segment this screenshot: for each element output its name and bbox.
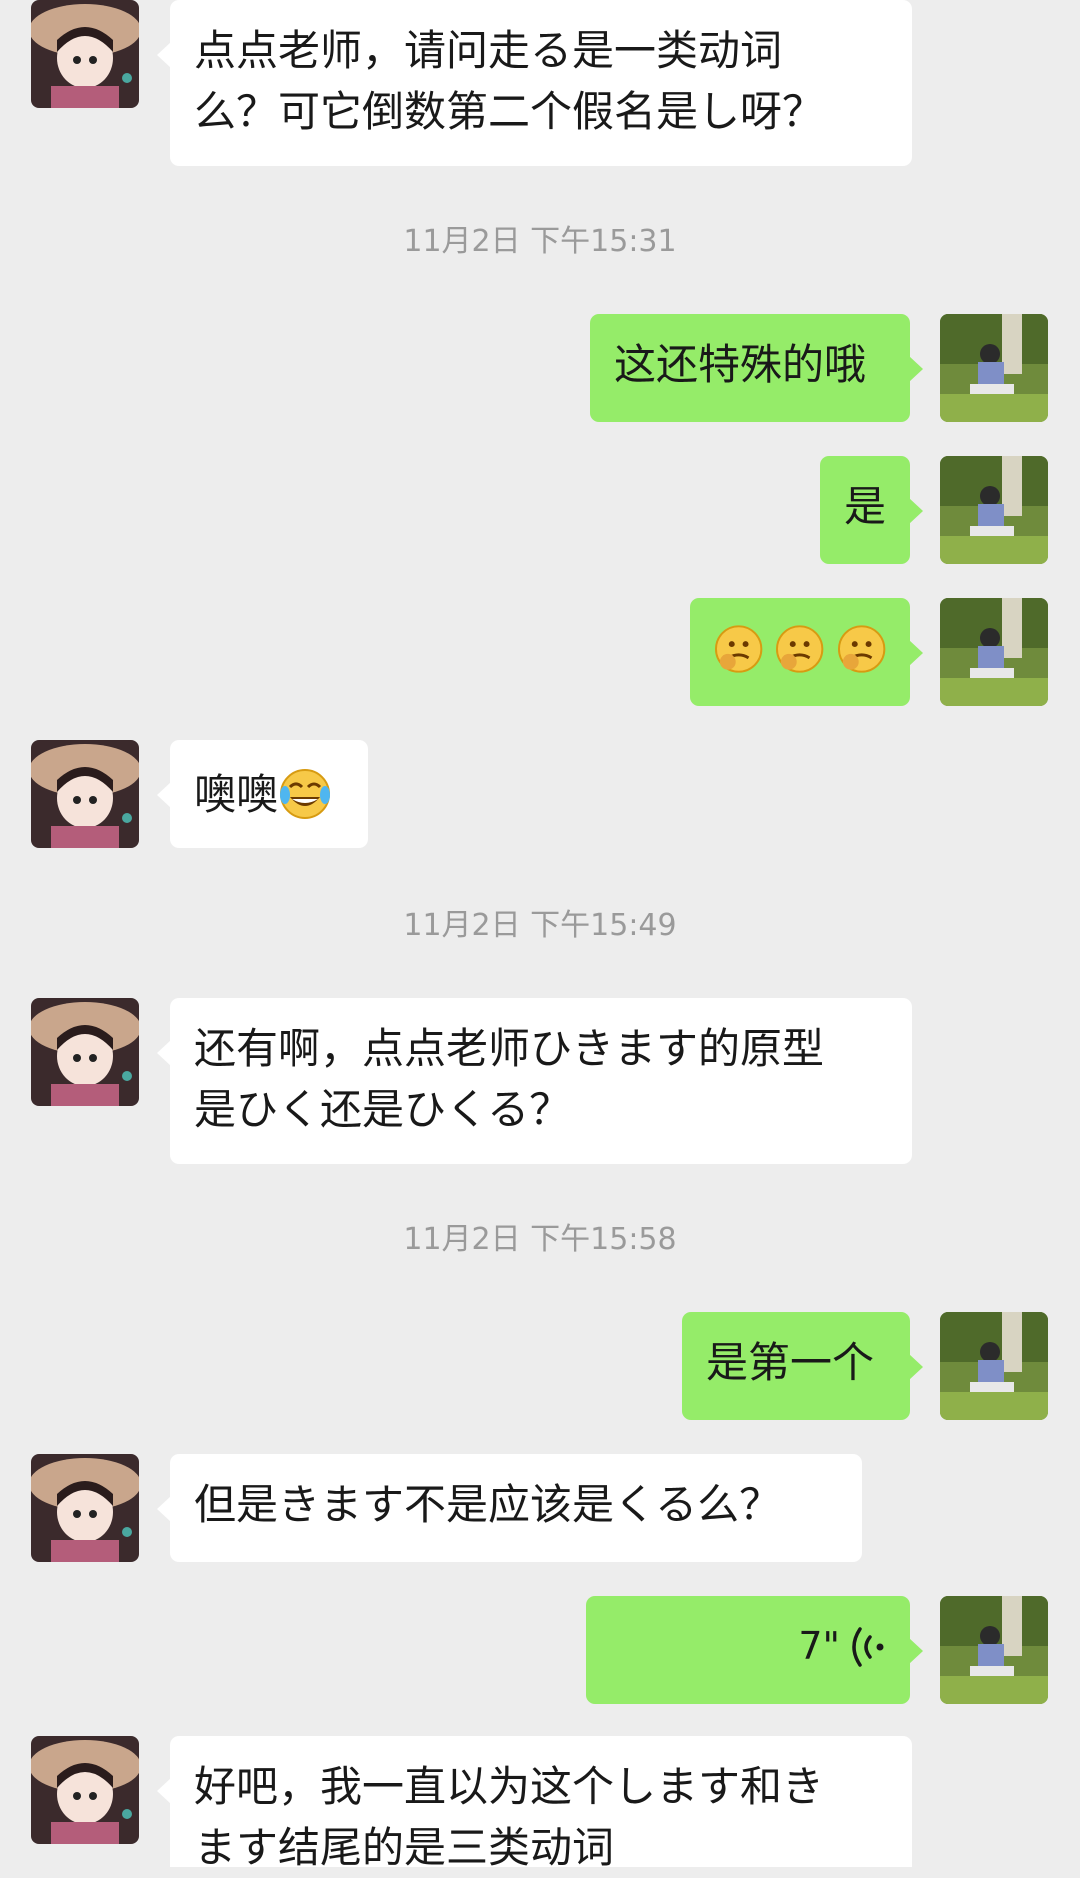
avatar-other[interactable] xyxy=(31,740,139,848)
timestamp: 11月2日 下午15:31 xyxy=(403,224,677,259)
avatar-other[interactable] xyxy=(31,998,139,1106)
message-text: 好吧，我一直以为这个します和き xyxy=(194,1762,825,1811)
message-text: 点点老师，请问走る是一类动词 xyxy=(194,26,783,75)
message-bubble-outgoing[interactable] xyxy=(690,598,923,706)
avatar-me[interactable] xyxy=(940,314,1048,422)
message-text: 么？可它倒数第二个假名是し呀？ xyxy=(194,87,825,136)
thinking-face-icon xyxy=(776,624,824,673)
avatar-me[interactable] xyxy=(940,1312,1048,1420)
message-bubble-incoming[interactable]: 噢噢 xyxy=(157,740,368,848)
thinking-face-icon xyxy=(837,624,885,673)
message-text: 但是きます不是应该是くる么？ xyxy=(194,1480,782,1529)
thinking-face-icon xyxy=(714,624,763,673)
message-bubble-outgoing[interactable]: 是第一个 xyxy=(682,1312,923,1420)
timestamp: 11月2日 下午15:49 xyxy=(403,908,677,943)
message-bubble-incoming[interactable]: 还有啊，点点老师ひきます的原型 是ひく还是ひくる？ xyxy=(157,998,912,1164)
chat-view[interactable]: 点点老师，请问走る是一类动词 么？可它倒数第二个假名是し呀？ 11月2日 下午1… xyxy=(0,0,1080,1872)
avatar-me[interactable] xyxy=(940,1596,1048,1704)
avatar-other[interactable] xyxy=(31,1454,139,1562)
message-text: 这还特殊的哦 xyxy=(614,340,867,389)
message-text: 噢噢 xyxy=(194,769,279,819)
message-bubble-outgoing[interactable]: 这还特殊的哦 xyxy=(590,314,923,422)
message-text: ます结尾的是三类动词 xyxy=(194,1823,615,1872)
avatar-me[interactable] xyxy=(940,598,1048,706)
tears-of-joy-icon xyxy=(280,769,331,819)
voice-wave-icon xyxy=(852,1626,884,1667)
message-text: 是ひく还是ひくる？ xyxy=(194,1085,572,1134)
message-bubble-incoming[interactable]: 好吧，我一直以为这个します和き ます结尾的是三类动词 xyxy=(157,1736,912,1872)
voice-duration: 7" xyxy=(798,1624,840,1668)
avatar-other[interactable] xyxy=(31,1736,139,1844)
message-text: 是 xyxy=(844,482,887,531)
timestamp: 11月2日 下午15:58 xyxy=(403,1222,677,1257)
avatar-me[interactable] xyxy=(940,456,1048,564)
voice-message-bubble[interactable]: 7" xyxy=(586,1596,923,1704)
message-bubble-incoming[interactable]: 但是きます不是应该是くる么？ xyxy=(157,1454,862,1562)
message-text: 是第一个 xyxy=(706,1338,875,1387)
message-bubble-outgoing[interactable]: 是 xyxy=(820,456,923,564)
message-text: 还有啊，点点老师ひきます的原型 xyxy=(194,1024,825,1073)
message-bubble-incoming[interactable]: 点点老师，请问走る是一类动词 么？可它倒数第二个假名是し呀？ xyxy=(157,0,912,166)
avatar-other[interactable] xyxy=(31,0,139,108)
